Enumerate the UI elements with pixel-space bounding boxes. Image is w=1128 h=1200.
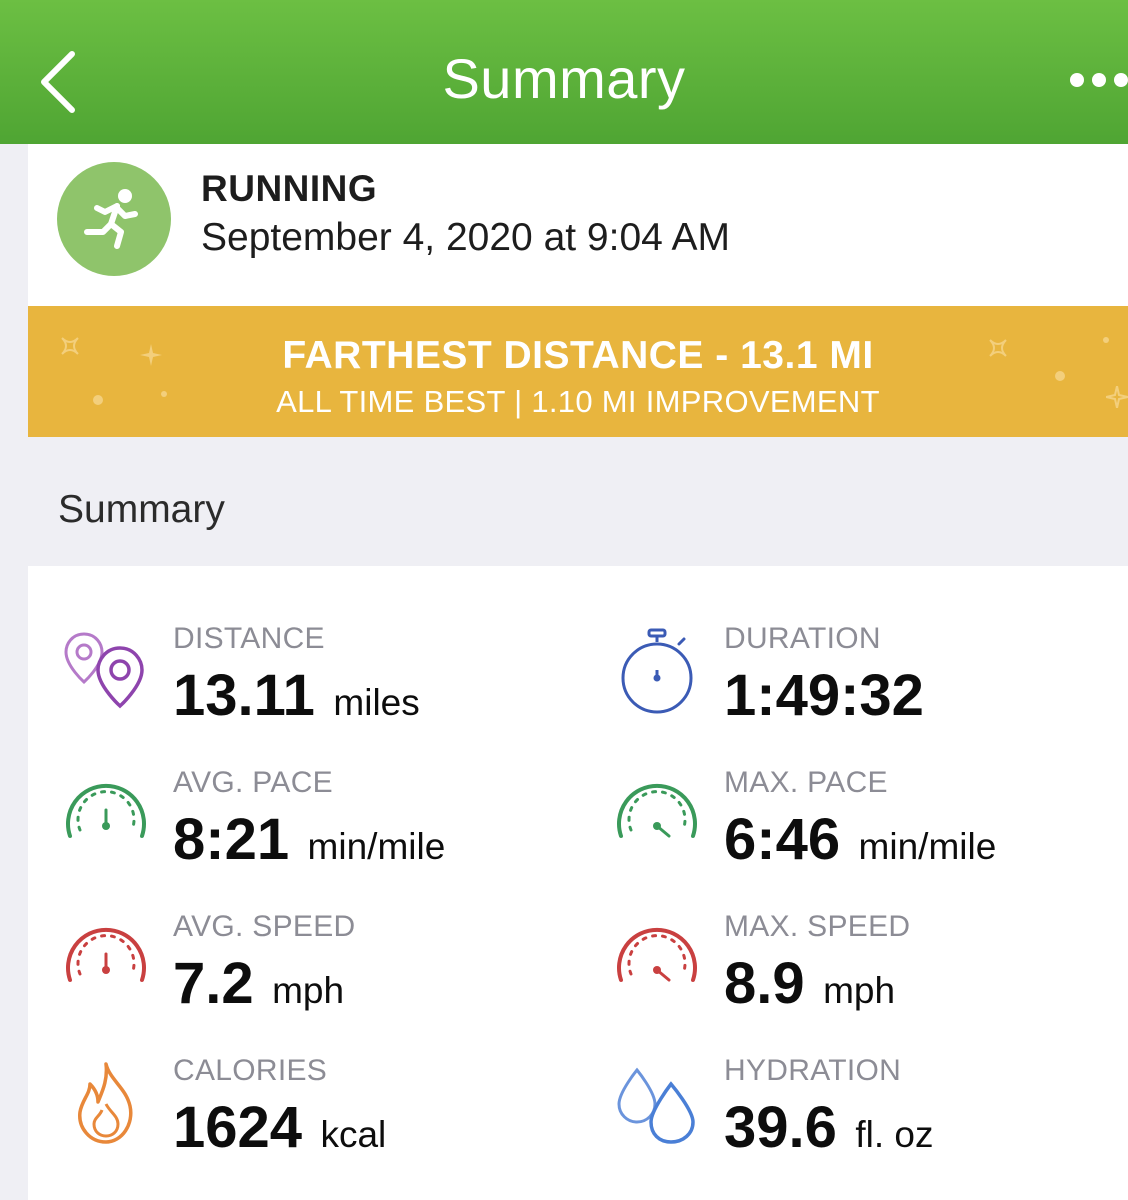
stat-max-pace: MAX. PACE 6:46 min/mile: [607, 766, 1127, 886]
stat-value: 7.2: [173, 951, 254, 1016]
stat-duration: DURATION 1:49:32: [607, 622, 1127, 742]
running-icon: [57, 162, 171, 276]
stat-avg-pace: AVG. PACE 8:21 min/mile: [56, 766, 576, 886]
stopwatch-icon: [607, 622, 707, 722]
achievement-subtitle: ALL TIME BEST | 1.10 MI IMPROVEMENT: [276, 384, 880, 419]
activity-date: September 4, 2020 at 9:04 AM: [201, 216, 731, 259]
stat-value: 6:46: [724, 807, 841, 872]
stat-value: 8:21: [173, 807, 290, 872]
page-title: Summary: [442, 47, 686, 110]
stat-label: MAX. SPEED: [724, 910, 911, 943]
stat-max-speed: MAX. SPEED 8.9 mph: [607, 910, 1127, 1030]
activity-type: RUNNING: [201, 168, 378, 209]
stat-unit: kcal: [320, 1114, 387, 1155]
stat-avg-speed: AVG. SPEED 7.2 mph: [56, 910, 576, 1030]
stat-label: MAX. PACE: [724, 766, 888, 799]
stat-unit: min/mile: [307, 826, 446, 867]
stat-label: HYDRATION: [724, 1054, 902, 1087]
stat-label: AVG. SPEED: [173, 910, 356, 943]
stats-card: DISTANCE 13.11 miles DURATION 1:49:32 AV…: [28, 566, 1128, 1200]
stat-label: DISTANCE: [173, 622, 325, 655]
stat-value: 13.11: [173, 663, 315, 728]
achievement-title: FARTHEST DISTANCE - 13.1 MI: [282, 334, 874, 377]
stat-unit: mph: [272, 970, 345, 1011]
stat-unit: fl. oz: [855, 1114, 934, 1155]
achievement-banner[interactable]: FARTHEST DISTANCE - 13.1 MI ALL TIME BES…: [28, 306, 1128, 437]
section-title: Summary: [58, 488, 225, 531]
speedometer-icon: [607, 910, 707, 1010]
activity-header: RUNNING September 4, 2020 at 9:04 AM: [28, 144, 1128, 306]
stat-unit: miles: [333, 682, 420, 723]
stat-value: 8.9: [724, 951, 805, 1016]
flame-icon: [56, 1054, 156, 1154]
stat-value: 39.6: [724, 1095, 837, 1160]
more-dots-icon: [1070, 73, 1084, 87]
stat-value: 1624: [173, 1095, 303, 1160]
stat-calories: CALORIES 1624 kcal: [56, 1054, 576, 1174]
gauge-icon: [56, 766, 156, 866]
location-pins-icon: [56, 622, 156, 722]
stat-label: CALORIES: [173, 1054, 328, 1087]
more-options-button[interactable]: [1048, 60, 1128, 100]
stat-value: 1:49:32: [724, 663, 924, 728]
speedometer-icon: [56, 910, 156, 1010]
stat-unit: min/mile: [858, 826, 997, 867]
stat-distance: DISTANCE 13.11 miles: [56, 622, 576, 742]
stat-unit: mph: [823, 970, 896, 1011]
stat-label: AVG. PACE: [173, 766, 333, 799]
stat-hydration: HYDRATION 39.6 fl. oz: [607, 1054, 1127, 1174]
nav-bar: Summary: [0, 0, 1128, 144]
gauge-icon: [607, 766, 707, 866]
stat-label: DURATION: [724, 622, 881, 655]
water-drops-icon: [607, 1054, 707, 1154]
